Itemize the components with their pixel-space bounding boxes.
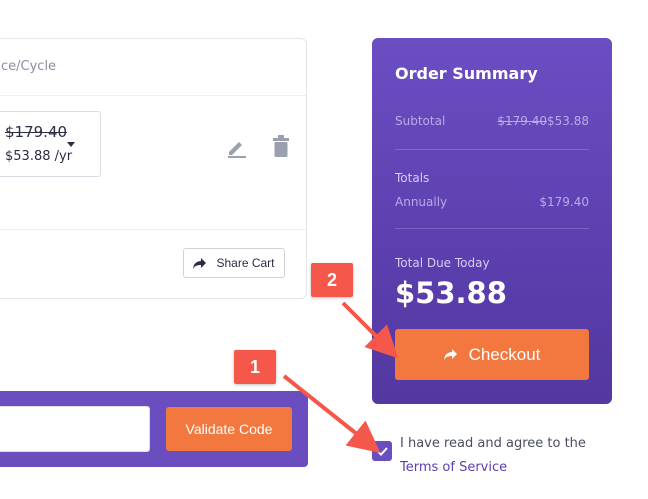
cart-card: ce/Cycle $179.40 $53.88 /yr Share Cart — [0, 38, 307, 299]
annotation-badge-2: 2 — [311, 263, 353, 297]
promo-code-input[interactable] — [0, 406, 150, 452]
terms-statement: I have read and agree to the — [400, 436, 586, 451]
summary-divider — [395, 228, 589, 229]
share-cart-label: Share Cart — [216, 256, 275, 270]
billing-cycle-select[interactable]: $179.40 $53.88 /yr — [0, 111, 101, 177]
cart-header: ce/Cycle — [0, 39, 306, 96]
validate-code-button[interactable]: Validate Code — [166, 407, 292, 451]
summary-divider — [395, 149, 589, 150]
trash-icon[interactable] — [272, 135, 290, 157]
share-icon — [443, 349, 457, 360]
check-icon — [376, 446, 388, 456]
share-cart-button[interactable]: Share Cart — [183, 248, 285, 278]
chevron-down-icon — [67, 142, 75, 147]
terms-text: I have read and agree to the Terms of Se… — [400, 432, 586, 480]
cart-footer-divider — [0, 229, 306, 230]
total-due-label: Total Due Today — [395, 256, 490, 270]
checkout-button[interactable]: Checkout — [395, 329, 589, 380]
annually-value: $179.40 — [539, 195, 589, 209]
subtotal-value: $179.40$53.88 — [497, 114, 589, 128]
subtotal-original: $179.40 — [497, 114, 547, 128]
order-summary-panel: Order Summary Subtotal $179.40$53.88 Tot… — [372, 38, 612, 404]
totals-label: Totals — [395, 171, 430, 185]
price-cycle-column-label: ce/Cycle — [1, 59, 57, 74]
terms-checkbox[interactable] — [372, 441, 392, 461]
terms-of-service-link[interactable]: Terms of Service — [400, 456, 586, 480]
checkout-label: Checkout — [468, 344, 541, 364]
annotation-badge-1: 1 — [234, 350, 276, 384]
discounted-price: $53.88 /yr — [5, 149, 73, 164]
subtotal-discounted: $53.88 — [547, 114, 589, 128]
edit-icon[interactable] — [226, 136, 248, 158]
order-summary-title: Order Summary — [395, 64, 538, 83]
promo-code-bar: Validate Code — [0, 391, 308, 467]
annually-label: Annually — [395, 195, 448, 209]
subtotal-label: Subtotal — [395, 114, 446, 128]
share-icon — [193, 257, 207, 269]
total-due-amount: $53.88 — [395, 276, 507, 310]
original-price: $179.40 — [5, 123, 68, 141]
